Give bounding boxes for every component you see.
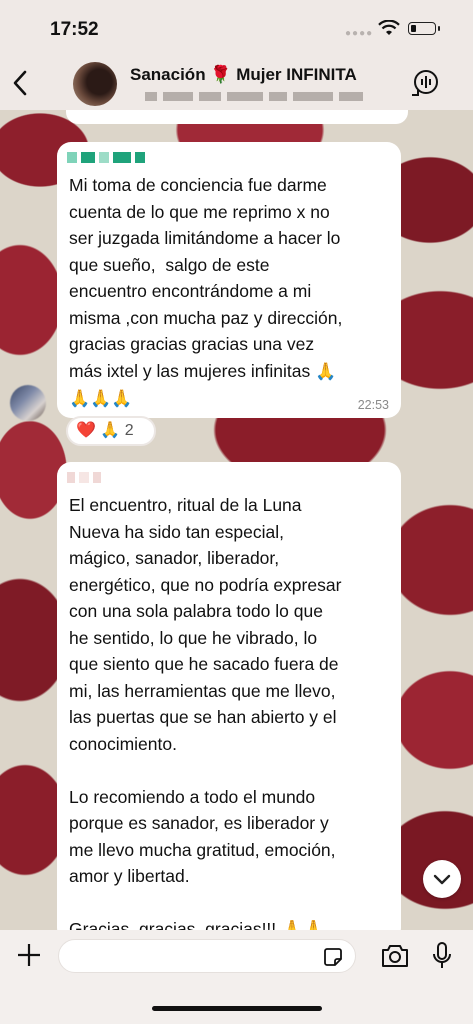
sticker-icon[interactable] bbox=[322, 946, 344, 968]
reaction-count: 2 bbox=[124, 422, 134, 439]
message-text: Mi toma de conciencia fue darme cuenta d… bbox=[69, 175, 343, 408]
group-call-icon[interactable] bbox=[410, 68, 440, 98]
previous-message-bubble bbox=[66, 110, 408, 124]
back-chevron-icon[interactable] bbox=[8, 66, 32, 100]
plus-icon[interactable] bbox=[16, 942, 42, 968]
chat-header: Sanación 🌹 Mujer INFINITA bbox=[0, 56, 473, 110]
sender-name-redacted bbox=[67, 470, 105, 483]
message-bubble[interactable]: Mi toma de conciencia fue darme cuenta d… bbox=[57, 142, 401, 418]
group-title[interactable]: Sanación 🌹 Mujer INFINITA bbox=[130, 65, 357, 85]
group-avatar[interactable] bbox=[73, 62, 117, 106]
signal-dots-icon: ●●●● bbox=[345, 28, 374, 39]
message-text: El encuentro, ritual de la Luna Nueva ha… bbox=[69, 495, 342, 939]
status-time: 17:52 bbox=[50, 19, 99, 40]
home-indicator bbox=[152, 1006, 322, 1011]
group-members-redacted[interactable] bbox=[145, 88, 385, 101]
message-input[interactable] bbox=[58, 939, 356, 973]
message-reactions[interactable]: ❤️ 🙏 2 bbox=[66, 416, 156, 446]
sender-name-redacted bbox=[67, 150, 149, 163]
reaction-emojis: ❤️ 🙏 bbox=[76, 422, 121, 439]
camera-icon[interactable] bbox=[380, 943, 410, 969]
wifi-icon bbox=[378, 20, 400, 35]
message-time: 22:53 bbox=[357, 398, 389, 412]
microphone-icon[interactable] bbox=[432, 941, 452, 971]
status-bar: 17:52 ●●●● bbox=[0, 0, 473, 56]
chevron-down-icon bbox=[433, 874, 451, 885]
message-bubble[interactable]: El encuentro, ritual de la Luna Nueva ha… bbox=[57, 462, 401, 942]
scroll-down-button[interactable] bbox=[423, 860, 461, 898]
battery-icon bbox=[408, 22, 440, 35]
avatar[interactable] bbox=[10, 385, 46, 421]
message-emojis: 🙏🙏🙏 bbox=[69, 389, 133, 408]
